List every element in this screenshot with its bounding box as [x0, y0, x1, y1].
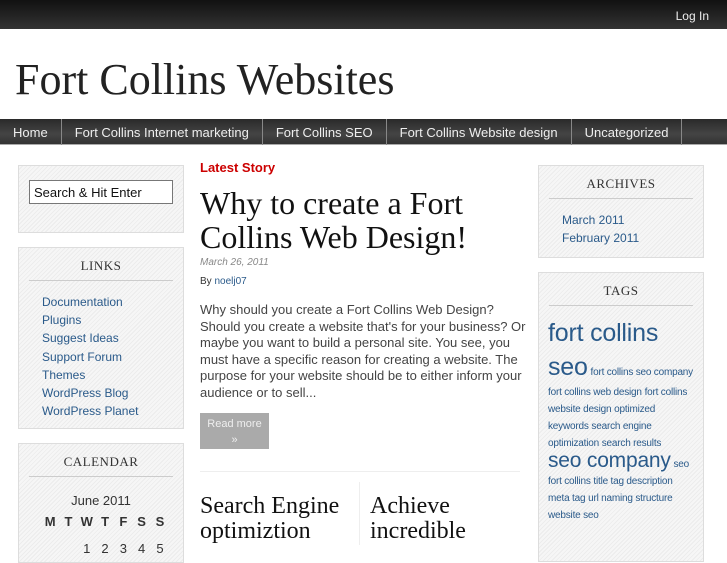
nav-uncategorized[interactable]: Uncategorized [572, 119, 683, 145]
archive-february-2011[interactable]: February 2011 [562, 229, 703, 247]
link-suggest-ideas[interactable]: Suggest Ideas [42, 329, 183, 347]
read-more-label: Read more [207, 418, 262, 430]
archives-title: ARCHIVES [549, 176, 693, 199]
day [41, 541, 59, 556]
post-title-achieve[interactable]: Achieve incredible [370, 494, 520, 544]
post-excerpt: Why should you create a Fort Collins Web… [200, 302, 526, 400]
link-support-forum[interactable]: Support Forum [42, 348, 183, 366]
nav-website-design[interactable]: Fort Collins Website design [387, 119, 572, 145]
weekday: S [155, 514, 165, 529]
weekday: T [64, 514, 73, 529]
tags-widget: TAGS fort collins seo fort collins seo c… [538, 272, 704, 562]
calendar-widget: CALENDAR June 2011 MTWTFSS 12345 [18, 443, 184, 563]
post-title-search-engine[interactable]: Search Engine optimiztion [200, 494, 350, 544]
weekday: M [44, 514, 56, 529]
nav-seo[interactable]: Fort Collins SEO [263, 119, 387, 145]
divider [200, 471, 520, 472]
main-nav: Home Fort Collins Internet marketing For… [0, 119, 727, 145]
weekday: T [101, 514, 110, 529]
links-title: LINKS [29, 258, 173, 281]
by-label: By [200, 276, 212, 287]
links-widget: LINKS Documentation Plugins Suggest Idea… [18, 247, 184, 429]
tag-link[interactable]: fort collins seo company [591, 367, 694, 378]
top-bar: Log In [0, 0, 727, 29]
divider [359, 482, 360, 545]
nav-home[interactable]: Home [0, 119, 62, 145]
link-themes[interactable]: Themes [42, 366, 183, 384]
login-link[interactable]: Log In [676, 9, 709, 23]
tag-link[interactable]: website seo [548, 510, 599, 521]
day: 2 [101, 541, 109, 556]
calendar-month: June 2011 [71, 493, 131, 508]
post-date: March 26, 2011 [200, 257, 269, 268]
day: 4 [138, 541, 146, 556]
archive-march-2011[interactable]: March 2011 [562, 211, 703, 229]
weekday: F [119, 514, 128, 529]
tag-cloud: fort collins seo fort collins seo compan… [548, 316, 694, 524]
calendar-title: CALENDAR [29, 454, 173, 477]
post-byline: By noelj07 [200, 276, 247, 287]
search-input[interactable] [29, 180, 173, 204]
weekday: W [80, 514, 93, 529]
post-title[interactable]: Why to create a Fort Collins Web Design! [200, 186, 520, 254]
tag-link[interactable]: title tag description [593, 476, 672, 487]
latest-story-label: Latest Story [200, 160, 276, 175]
tag-link[interactable]: meta tag [548, 493, 586, 504]
link-plugins[interactable]: Plugins [42, 311, 183, 329]
day: 5 [156, 541, 164, 556]
tag-link[interactable]: search results [602, 438, 662, 449]
archives-widget: ARCHIVES March 2011 February 2011 [538, 165, 704, 258]
day [59, 541, 77, 556]
tag-link[interactable]: fort collins web design [548, 387, 642, 398]
link-documentation[interactable]: Documentation [42, 293, 183, 311]
tags-title: TAGS [549, 283, 693, 306]
author-link[interactable]: noelj07 [214, 276, 246, 287]
calendar-week: 12345 [41, 541, 183, 556]
link-wordpress-planet[interactable]: WordPress Planet [42, 402, 183, 420]
tag-link[interactable]: seo company [548, 449, 671, 472]
read-more-arrow-icon: » [231, 434, 238, 446]
read-more-button[interactable]: Read more » [200, 413, 269, 449]
link-wordpress-blog[interactable]: WordPress Blog [42, 384, 183, 402]
day: 1 [83, 541, 91, 556]
nav-internet-marketing[interactable]: Fort Collins Internet marketing [62, 119, 263, 145]
tag-link[interactable]: url naming structure [588, 493, 673, 504]
calendar-weekdays: MTWTFSS [41, 514, 183, 529]
day: 3 [119, 541, 127, 556]
weekday: S [137, 514, 146, 529]
site-title[interactable]: Fort Collins Websites [15, 54, 394, 105]
search-widget [18, 165, 184, 233]
